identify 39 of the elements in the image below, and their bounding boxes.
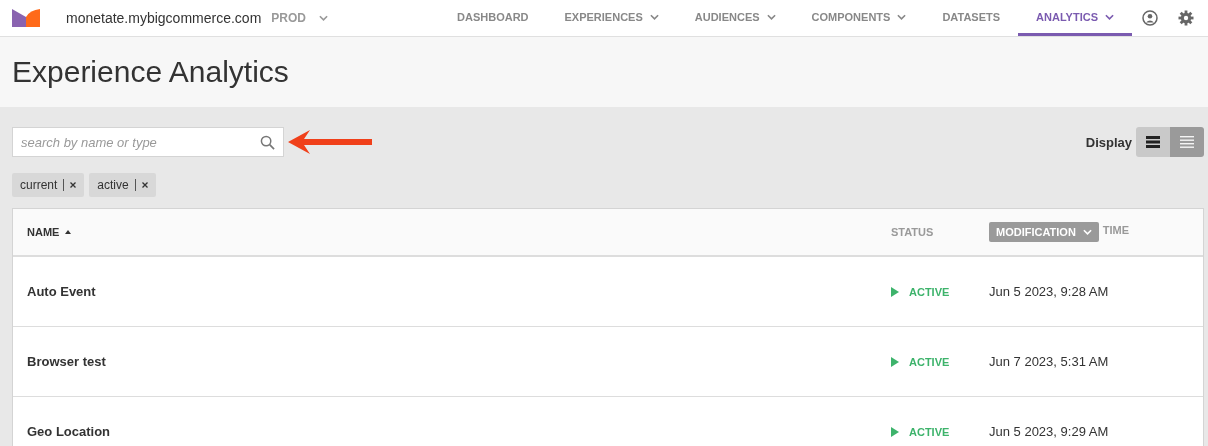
display-label: Display <box>1085 134 1132 150</box>
logo-icon <box>12 9 40 27</box>
modified-date: Jun 5 2023, 9:29 AM <box>989 424 1109 439</box>
site-name: monetate.mybigcommerce.com <box>66 10 262 26</box>
close-icon[interactable] <box>141 182 148 188</box>
status-label: ACTIVE <box>909 285 950 298</box>
nav-tab[interactable]: AUDIENCES <box>676 0 794 36</box>
column-header: TIME <box>1102 224 1130 236</box>
sort-up-icon <box>65 230 72 234</box>
close-icon[interactable] <box>70 182 77 188</box>
column-header[interactable]: NAME <box>27 226 891 238</box>
experience-name[interactable]: Auto Event <box>27 284 891 299</box>
settings-icon[interactable] <box>1178 10 1194 26</box>
list-icon <box>1180 136 1194 148</box>
modified-date: Jun 7 2023, 5:31 AM <box>989 354 1109 369</box>
filter-chip[interactable]: current <box>12 173 85 197</box>
status-label: ACTIVE <box>909 425 950 438</box>
compact-rows-icon <box>1146 136 1160 148</box>
chevron-down-icon <box>318 15 328 21</box>
filter-label: current <box>20 179 65 191</box>
nav-tab[interactable]: EXPERIENCES <box>546 0 677 36</box>
nav-tab[interactable]: COMPONENTS <box>793 0 925 36</box>
experience-name[interactable]: Geo Location <box>27 424 891 439</box>
search-icon[interactable] <box>260 135 275 150</box>
filter-label: active <box>97 179 136 191</box>
user-icon[interactable] <box>1142 10 1158 26</box>
filter-chip[interactable]: active <box>89 173 156 197</box>
nav-tab[interactable]: DASHBOARD <box>439 0 547 36</box>
compact-view-button[interactable] <box>1136 127 1170 157</box>
search-field[interactable]: search by name or type <box>12 127 284 157</box>
status-label: ACTIVE <box>909 355 950 368</box>
experience-name[interactable]: Browser test <box>27 354 891 369</box>
sort-dropdown[interactable]: MODIFICATION <box>989 222 1099 242</box>
chevron-down-icon <box>1082 229 1092 235</box>
nav-tab[interactable]: DATASETS <box>924 0 1019 36</box>
environment-dropdown[interactable]: PROD <box>271 11 328 25</box>
modified-date: Jun 5 2023, 9:28 AM <box>989 284 1109 299</box>
page-title: Experience Analytics <box>12 55 289 89</box>
column-header: STATUS <box>891 226 935 238</box>
